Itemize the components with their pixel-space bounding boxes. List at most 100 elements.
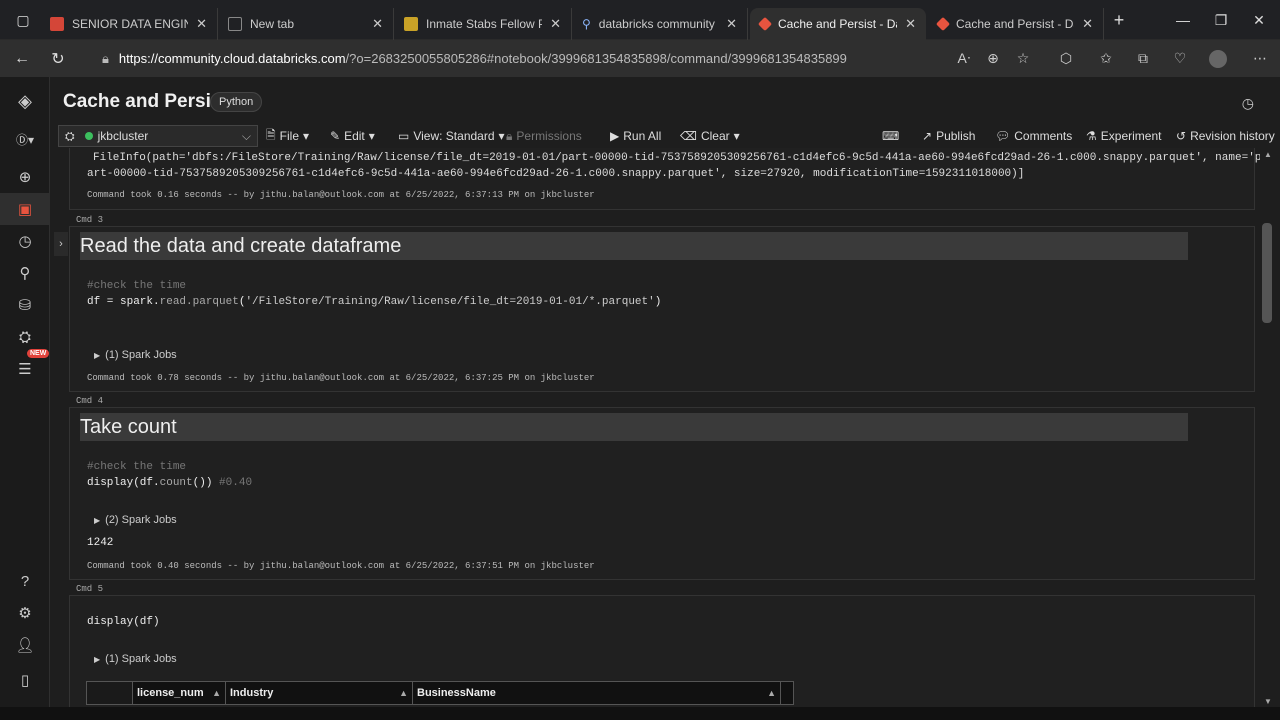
clear-menu[interactable]: ⌫ Clear ▾ bbox=[680, 125, 740, 147]
code-line[interactable]: display(df.count()) #0.40 bbox=[87, 477, 252, 489]
sort-icon[interactable]: ▲ bbox=[399, 688, 408, 698]
extensions-icon[interactable]: ⬡ bbox=[1048, 40, 1084, 77]
revision-history-label: Revision history bbox=[1190, 129, 1275, 143]
help-icon[interactable]: ? bbox=[0, 565, 50, 597]
tab-title: Cache and Persist - Databri bbox=[778, 17, 897, 31]
scroll-up-icon[interactable]: ▲ bbox=[1264, 150, 1272, 159]
create-icon[interactable]: ⊕ bbox=[0, 161, 50, 193]
notebook-content: FileInfo(path='dbfs:/FileStore/Training/… bbox=[50, 148, 1260, 720]
browser-tab[interactable]: SENIOR DATA ENGINEER jo ✕ bbox=[40, 8, 218, 40]
markdown-heading: Take count bbox=[80, 413, 1188, 441]
column-header[interactable]: license_num ▲ bbox=[133, 682, 226, 704]
notebook-title[interactable]: Cache and Persist bbox=[63, 91, 228, 113]
close-icon[interactable]: ✕ bbox=[905, 16, 916, 32]
code-line[interactable]: df = spark.read.parquet('/FileStore/Trai… bbox=[87, 296, 661, 308]
run-all-button[interactable]: ▶ Run All bbox=[610, 125, 661, 147]
column-header[interactable]: BusinessName ▲ bbox=[413, 682, 781, 704]
favorites-icon[interactable]: ✩ bbox=[1088, 40, 1124, 77]
recents-icon[interactable]: ◷ bbox=[0, 225, 50, 257]
close-icon[interactable]: ✕ bbox=[372, 16, 383, 32]
code-line[interactable]: display(df) bbox=[87, 616, 160, 628]
spark-jobs-toggle[interactable]: ▶ (2) Spark Jobs bbox=[94, 514, 177, 526]
close-icon[interactable]: ✕ bbox=[726, 16, 737, 32]
collections-icon[interactable]: ⧉ bbox=[1125, 40, 1161, 77]
sort-icon[interactable]: ▲ bbox=[767, 688, 776, 698]
url-field[interactable]: 🔒︎ https://community.cloud.databricks.co… bbox=[96, 45, 936, 72]
code-token: read.parquet bbox=[159, 296, 239, 308]
workspace-icon[interactable]: ▣ bbox=[0, 193, 50, 225]
cluster-icon: ⛭ bbox=[65, 128, 75, 143]
keyboard-shortcuts-icon[interactable]: ⌨ bbox=[882, 125, 899, 147]
column-header-label: BusinessName bbox=[417, 687, 496, 699]
jobs-icon[interactable]: ☰ NEW bbox=[0, 349, 50, 385]
spark-jobs-label: (1) Spark Jobs bbox=[105, 349, 177, 361]
spark-jobs-toggle[interactable]: ▶ (1) Spark Jobs bbox=[94, 349, 177, 361]
comment-icon: 💬︎ bbox=[995, 129, 1011, 143]
tab-title: Cache and Persist - Databri bbox=[956, 17, 1074, 31]
expand-cell-icon[interactable]: › bbox=[54, 232, 68, 256]
browser-tab[interactable]: New tab ✕ bbox=[218, 8, 394, 40]
notebook-cell[interactable]: Take count #check the time display(df.co… bbox=[69, 407, 1255, 580]
language-badge[interactable]: Python bbox=[210, 92, 263, 112]
view-menu[interactable]: ▭ View: Standard ▾ bbox=[398, 125, 505, 147]
browser-tab[interactable]: Cache and Persist - Databri ✕ bbox=[928, 8, 1104, 40]
schedule-icon[interactable]: ◷ bbox=[1242, 95, 1254, 112]
more-icon[interactable]: ⋯ bbox=[1242, 40, 1278, 77]
notebook-cell[interactable]: FileInfo(path='dbfs:/FileStore/Training/… bbox=[69, 148, 1260, 210]
settings-icon[interactable]: ⚙ bbox=[0, 597, 50, 629]
caret-icon: ▾ bbox=[368, 129, 375, 143]
sort-icon[interactable]: ▲ bbox=[212, 688, 221, 698]
eraser-icon: ⌫ bbox=[680, 129, 697, 143]
notebook-cell[interactable]: › Read the data and create dataframe #ch… bbox=[54, 226, 1255, 392]
tab-title: databricks community editi bbox=[598, 17, 718, 31]
databricks-logo-icon[interactable]: ◈ bbox=[0, 85, 50, 117]
comments-button[interactable]: 💬︎ Comments bbox=[995, 125, 1072, 147]
data-science-menu-icon[interactable]: Ⓓ▾ bbox=[0, 123, 50, 155]
close-icon[interactable]: ✕ bbox=[550, 16, 561, 32]
profile-avatar[interactable] bbox=[1200, 40, 1236, 77]
cluster-selector[interactable]: ⛭ jkbcluster ⌵ bbox=[58, 125, 258, 147]
account-icon[interactable]: 👤︎ bbox=[0, 629, 50, 661]
refresh-icon[interactable]: ↻ bbox=[40, 49, 76, 69]
new-badge: NEW bbox=[27, 349, 50, 358]
experiment-button[interactable]: ⚗ Experiment bbox=[1086, 125, 1161, 147]
edit-label: Edit bbox=[344, 129, 365, 143]
run-all-label: Run All bbox=[623, 129, 662, 143]
favorite-icon[interactable]: ☆ bbox=[1005, 40, 1041, 77]
column-header[interactable]: Industry ▲ bbox=[226, 682, 413, 704]
browser-tab-active[interactable]: Cache and Persist - Databri ✕ bbox=[750, 8, 926, 40]
browser-tab[interactable]: ⚲ databricks community editi ✕ bbox=[572, 8, 748, 40]
edit-menu[interactable]: ✎ Edit ▾ bbox=[330, 125, 375, 147]
markdown-heading: Read the data and create dataframe bbox=[80, 232, 1188, 260]
column-header-label: license_num bbox=[137, 687, 204, 699]
collapse-sidebar-icon[interactable]: ▯ bbox=[0, 664, 50, 696]
code-token: count bbox=[159, 477, 193, 489]
lock-icon: 🔒︎ bbox=[506, 128, 513, 143]
publish-label: Publish bbox=[936, 129, 976, 143]
publish-button[interactable]: ↗ Publish bbox=[922, 125, 975, 147]
caret-icon: ▾ bbox=[733, 129, 740, 143]
back-icon[interactable]: ← bbox=[4, 50, 40, 68]
close-icon[interactable]: ✕ bbox=[196, 16, 207, 32]
caret-icon: ▾ bbox=[303, 129, 310, 143]
code-token: df = spark. bbox=[87, 296, 160, 308]
scroll-down-icon[interactable]: ▼ bbox=[1264, 697, 1272, 706]
new-tab-icon[interactable]: + bbox=[1096, 0, 1142, 40]
close-window-icon[interactable]: ✕ bbox=[1236, 0, 1280, 40]
search-icon[interactable]: ⚲ bbox=[0, 257, 50, 289]
browser-tab[interactable]: Inmate Stabs Fellow Prisone ✕ bbox=[394, 8, 572, 40]
permissions-button[interactable]: 🔒︎ Permissions bbox=[506, 125, 582, 147]
revision-history-button[interactable]: ↺ Revision history bbox=[1176, 125, 1275, 147]
comments-label: Comments bbox=[1014, 129, 1073, 143]
close-icon[interactable]: ✕ bbox=[1082, 16, 1093, 32]
experiment-label: Experiment bbox=[1100, 129, 1162, 143]
code-token: '/FileStore/Training/Raw/license/file_dt… bbox=[245, 296, 655, 308]
tab-title: Inmate Stabs Fellow Prisone bbox=[426, 17, 543, 31]
file-menu[interactable]: 🗎︎ File ▾ bbox=[266, 125, 309, 147]
workspace-sidebar: ◈ Ⓓ▾ ⊕ ▣ ◷ ⚲ ⛁ ⛭ ☰ NEW ? ⚙ 👤︎ ▯ bbox=[0, 77, 50, 720]
spark-jobs-toggle[interactable]: ▶ (1) Spark Jobs bbox=[94, 653, 177, 665]
scrollbar-thumb[interactable] bbox=[1262, 223, 1272, 323]
browser-tab-bar: ▢ SENIOR DATA ENGINEER jo ✕ New tab ✕ In… bbox=[0, 0, 1280, 40]
data-icon[interactable]: ⛁ bbox=[0, 289, 50, 321]
browser-essentials-icon[interactable]: ♡ bbox=[1162, 40, 1198, 77]
